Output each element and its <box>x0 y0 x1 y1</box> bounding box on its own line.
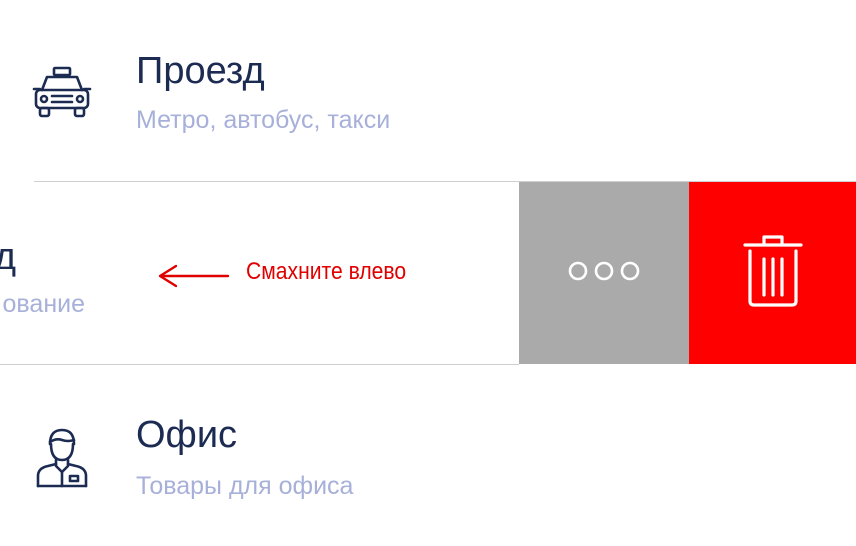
list-item-title: Проезд <box>136 50 265 92</box>
list-item-travel[interactable]: Проезд Метро, автобус, такси <box>0 0 856 182</box>
list-item-subtitle: Товары для офиса <box>136 472 354 500</box>
list-item-subtitle: ование <box>2 290 85 318</box>
more-dots-icon <box>566 259 642 288</box>
trash-icon <box>742 233 804 314</box>
swiped-item-content[interactable]: д ование Смахните влево <box>0 182 519 364</box>
office-worker-icon <box>30 426 94 490</box>
list-item-office[interactable]: Офис Товары для офиса <box>0 364 856 546</box>
delete-button[interactable] <box>689 182 856 364</box>
list-item-subtitle: Метро, автобус, такси <box>136 106 391 134</box>
list-item-title: Офис <box>136 414 238 456</box>
arrow-left-icon <box>156 262 230 290</box>
list-item-title: д <box>0 236 16 278</box>
more-button[interactable] <box>519 182 689 364</box>
swiped-list-item[interactable]: д ование Смахните влево <box>0 182 856 364</box>
taxi-icon <box>30 62 94 126</box>
swipe-hint-text: Смахните влево <box>246 258 407 285</box>
